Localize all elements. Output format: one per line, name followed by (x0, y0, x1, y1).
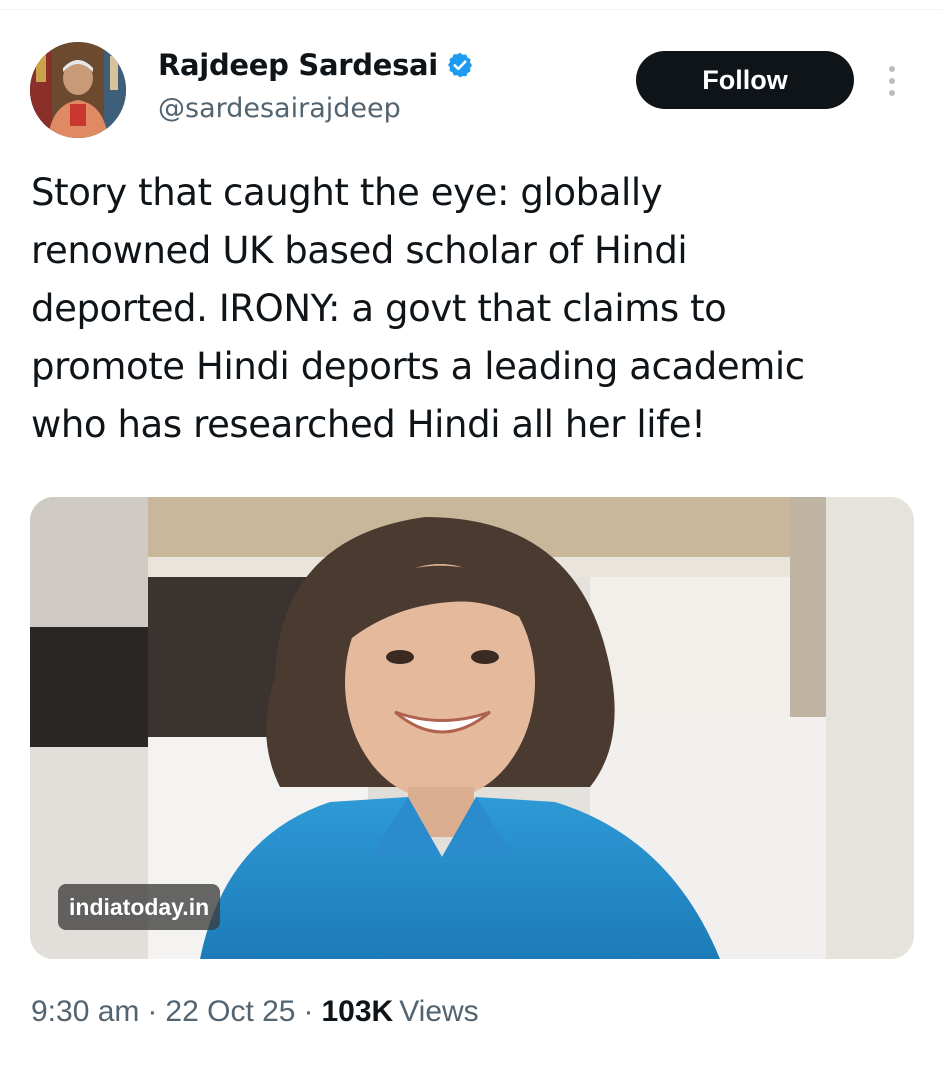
tweet-text-line: renowned UK based scholar of Hindi (31, 229, 688, 272)
more-vertical-icon[interactable] (880, 64, 904, 98)
tweet-date[interactable]: 22 Oct 25 (165, 995, 295, 1029)
author-avatar[interactable] (30, 42, 126, 138)
follow-button[interactable]: Follow (636, 51, 854, 109)
tweet-text-line: promote Hindi deports a leading academic (31, 345, 805, 388)
tweet-text-line: Story that caught the eye: globally (31, 171, 663, 214)
media-source-badge: indiatoday.in (58, 884, 221, 930)
author-handle[interactable]: @sardesairajdeep (158, 93, 401, 124)
author-name-row: Rajdeep Sardesai (158, 48, 474, 82)
tweet-text: Story that caught the eye: globally reno… (31, 164, 921, 454)
tweet-text-line: who has researched Hindi all her life! (31, 403, 706, 446)
tweet-time[interactable]: 9:30 am (31, 995, 139, 1029)
avatar-photo (30, 42, 126, 138)
views-count[interactable]: 103K (321, 995, 393, 1029)
tweet-meta: 9:30 am · 22 Oct 25 · 103K Views (31, 995, 479, 1029)
tweet-text-line: deported. IRONY: a govt that claims to (31, 287, 727, 330)
author-display-name[interactable]: Rajdeep Sardesai (158, 48, 438, 82)
meta-separator: · (303, 995, 314, 1028)
views-label: Views (399, 995, 479, 1028)
verified-badge-icon (446, 51, 474, 79)
top-divider (0, 9, 942, 10)
meta-separator: · (147, 995, 158, 1028)
